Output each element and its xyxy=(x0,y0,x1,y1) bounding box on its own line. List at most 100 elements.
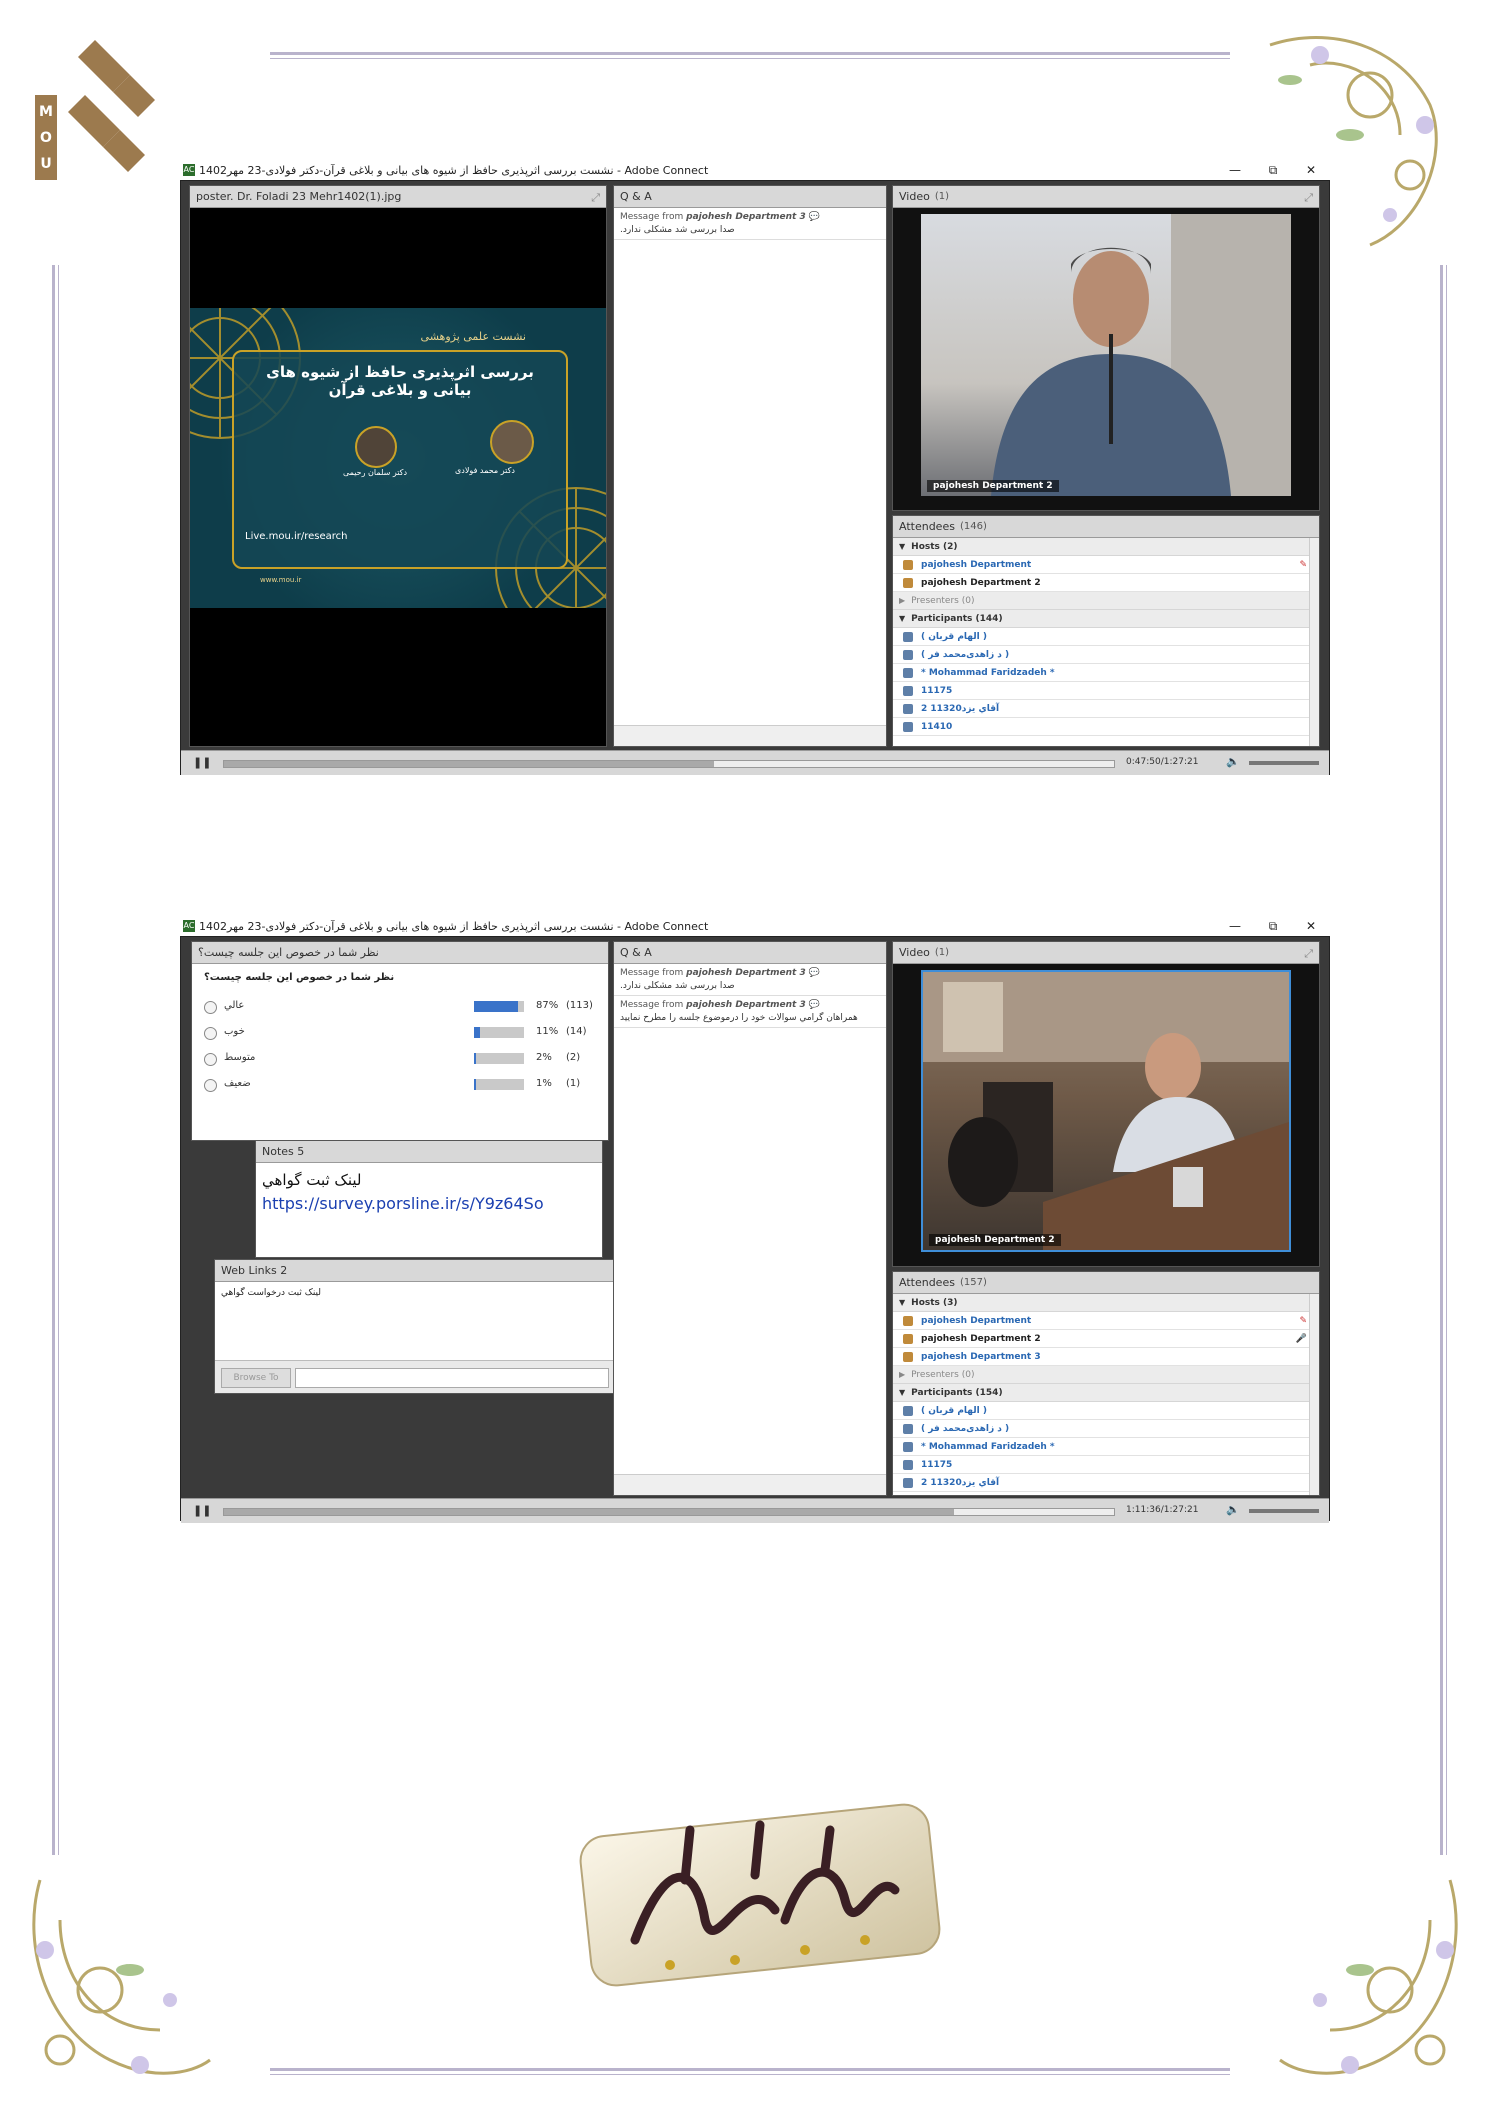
poll-result-fill xyxy=(474,1027,480,1038)
browse-to-button[interactable]: Browse To xyxy=(221,1368,291,1388)
speaker1-photo xyxy=(490,420,534,464)
presenters-group[interactable]: ▶ Presenters (0) xyxy=(893,592,1319,610)
attendee-row[interactable]: pajohesh Department 3 xyxy=(893,1348,1319,1366)
expanded-triangle-icon: ▼ xyxy=(899,1298,906,1307)
attendee-name: ( د زاهدی‌محمد فر ) xyxy=(921,649,1010,660)
qa-input-bar[interactable] xyxy=(614,725,886,746)
attendee-row[interactable]: pajohesh Department ✎ xyxy=(893,556,1319,574)
attendee-row[interactable]: 11175 xyxy=(893,1456,1319,1474)
attendee-row[interactable]: 2 11320آقاي يزد xyxy=(893,700,1319,718)
poll-result-fill xyxy=(474,1079,476,1090)
attendee-row[interactable]: * Mohammad Faridzadeh * xyxy=(893,1438,1319,1456)
attendee-name: pajohesh Department xyxy=(921,559,1032,570)
poll-radio-button[interactable] xyxy=(204,1053,217,1066)
presenters-group[interactable]: ▶ Presenters (0) xyxy=(893,1366,1319,1384)
seek-track[interactable] xyxy=(223,760,1115,768)
poll-radio-button[interactable] xyxy=(204,1027,217,1040)
message-sender: pajohesh Department 3 xyxy=(686,968,806,978)
attendee-row[interactable]: pajohesh Department 2 🎤 xyxy=(893,1330,1319,1348)
poll-option-count: (113) xyxy=(566,1000,593,1011)
attendee-row[interactable]: 11410 xyxy=(893,718,1319,736)
volume-icon[interactable]: 🔈 xyxy=(1226,755,1240,768)
qa-pod-header: Q & A xyxy=(614,942,886,964)
poll-result-bar xyxy=(474,1001,524,1012)
hosts-group[interactable]: ▼ Hosts (2) xyxy=(893,538,1319,556)
hosts-group[interactable]: ▼ Hosts (3) xyxy=(893,1294,1319,1312)
qa-input-bar[interactable] xyxy=(614,1474,886,1495)
message-sender: pajohesh Department 3 xyxy=(686,1000,806,1010)
video-pod-title: Video xyxy=(899,190,930,203)
poll-option-percent: 2% xyxy=(536,1052,552,1063)
expand-icon[interactable]: ⤢ xyxy=(591,191,600,205)
poll-result-bar xyxy=(474,1027,524,1038)
volume-slider[interactable] xyxy=(1249,761,1319,765)
poll-option-row: ضعیف 1% (1) xyxy=(204,1076,594,1094)
attendee-scrollbar[interactable] xyxy=(1309,538,1319,746)
qa-message: Message from pajohesh Department 3 💬 صدا… xyxy=(614,208,886,240)
qa-pod-header: Q & A xyxy=(614,186,886,208)
pause-icon[interactable]: ❚❚ xyxy=(193,1504,211,1517)
close-button[interactable]: ✕ xyxy=(1292,163,1330,177)
top-frame-line xyxy=(270,52,1230,55)
volume-slider[interactable] xyxy=(1249,1509,1319,1513)
share-pod-title: poster. Dr. Foladi 23 Mehr1402(1).jpg xyxy=(196,190,402,203)
expand-icon[interactable]: ⤢ xyxy=(1304,191,1313,205)
ornament-bottom-left-icon xyxy=(32,1879,211,2075)
attendee-row[interactable]: pajohesh Department ✎ xyxy=(893,1312,1319,1330)
volume-icon[interactable]: 🔈 xyxy=(1226,1503,1240,1516)
minimize-button[interactable]: — xyxy=(1216,163,1254,177)
attendee-name: 2 11320آقاي يزد xyxy=(921,703,1000,714)
participants-group[interactable]: ▼ Participants (154) xyxy=(893,1384,1319,1402)
mou-logo-text: MOU xyxy=(39,104,53,172)
message-body: صدا بررسی شد مشکلی ندارد. xyxy=(620,981,735,991)
poster-site: www.mou.ir xyxy=(260,576,302,584)
host-icon xyxy=(903,577,913,588)
attendee-row[interactable]: 2 11320آقاي يزد xyxy=(893,1474,1319,1492)
speaker2-name: دکتر سلمان رحیمی xyxy=(342,468,408,477)
qa-pod-title: Q & A xyxy=(620,946,652,959)
share-pod-header: poster. Dr. Foladi 23 Mehr1402(1).jpg ⤢ xyxy=(190,186,606,208)
poll-option-label: متوسط xyxy=(224,1052,256,1063)
mic-icon: 🎤 xyxy=(1295,1333,1307,1344)
participant-icon xyxy=(903,631,913,642)
weblinks-list: لینک ثبت درخواست گواهي xyxy=(215,1282,615,1361)
restore-button[interactable]: ⧉ xyxy=(1254,919,1292,934)
attendee-row[interactable]: ( د زاهدی‌محمد فر ) xyxy=(893,1420,1319,1438)
attendee-name: ( الهام قربان ) xyxy=(921,1405,987,1416)
top-frame-line-thin xyxy=(270,58,1230,59)
pause-icon[interactable]: ❚❚ xyxy=(193,756,211,769)
participants-group[interactable]: ▼ Participants (144) xyxy=(893,610,1319,628)
seek-track[interactable] xyxy=(223,1508,1115,1516)
attendee-row[interactable]: * Mohammad Faridzadeh * xyxy=(893,664,1319,682)
attendee-row[interactable]: ( د زاهدی‌محمد فر ) xyxy=(893,646,1319,664)
weblink-url-field[interactable] xyxy=(295,1368,609,1388)
restore-button[interactable]: ⧉ xyxy=(1254,163,1292,178)
close-button[interactable]: ✕ xyxy=(1292,919,1330,933)
notes-survey-link[interactable]: https://survey.porsline.ir/s/Y9z64So xyxy=(262,1194,544,1213)
poll-option-row: عالي 87% (113) xyxy=(204,998,594,1016)
hosts-label: Hosts (2) xyxy=(911,541,958,552)
attendees-title: Attendees xyxy=(899,1276,955,1289)
attendee-row[interactable]: 11175 xyxy=(893,682,1319,700)
attendee-name: 11410 xyxy=(921,721,953,732)
video-caption: pajohesh Department 2 xyxy=(929,1234,1061,1246)
attendee-scrollbar[interactable] xyxy=(1309,1294,1319,1495)
poll-radio-button[interactable] xyxy=(204,1001,217,1014)
poll-option-row: متوسط 2% (2) xyxy=(204,1050,594,1068)
poll-option-percent: 1% xyxy=(536,1078,552,1089)
participant-icon xyxy=(903,703,913,714)
poll-question: نظر شما در خصوص این جلسه چیست؟ xyxy=(204,972,395,983)
minimize-button[interactable]: — xyxy=(1216,919,1254,933)
attendees-title: Attendees xyxy=(899,520,955,533)
attendee-row[interactable]: pajohesh Department 2 xyxy=(893,574,1319,592)
qa-message: Message from pajohesh Department 3 💬 همر… xyxy=(614,996,886,1028)
poll-option-label: ضعیف xyxy=(224,1078,251,1089)
poster-image: نشست علمی پژوهشی بررسی اثرپذیری حافظ از … xyxy=(190,308,606,608)
attendee-row[interactable]: ( الهام قربان ) xyxy=(893,1402,1319,1420)
speaker2-photo xyxy=(355,426,397,468)
video-count: (1) xyxy=(934,191,949,202)
attendee-row[interactable]: ( الهام قربان ) xyxy=(893,628,1319,646)
weblink-item[interactable]: لینک ثبت درخواست گواهي xyxy=(215,1282,615,1304)
expand-icon[interactable]: ⤢ xyxy=(1304,947,1313,961)
poll-radio-button[interactable] xyxy=(204,1079,217,1092)
